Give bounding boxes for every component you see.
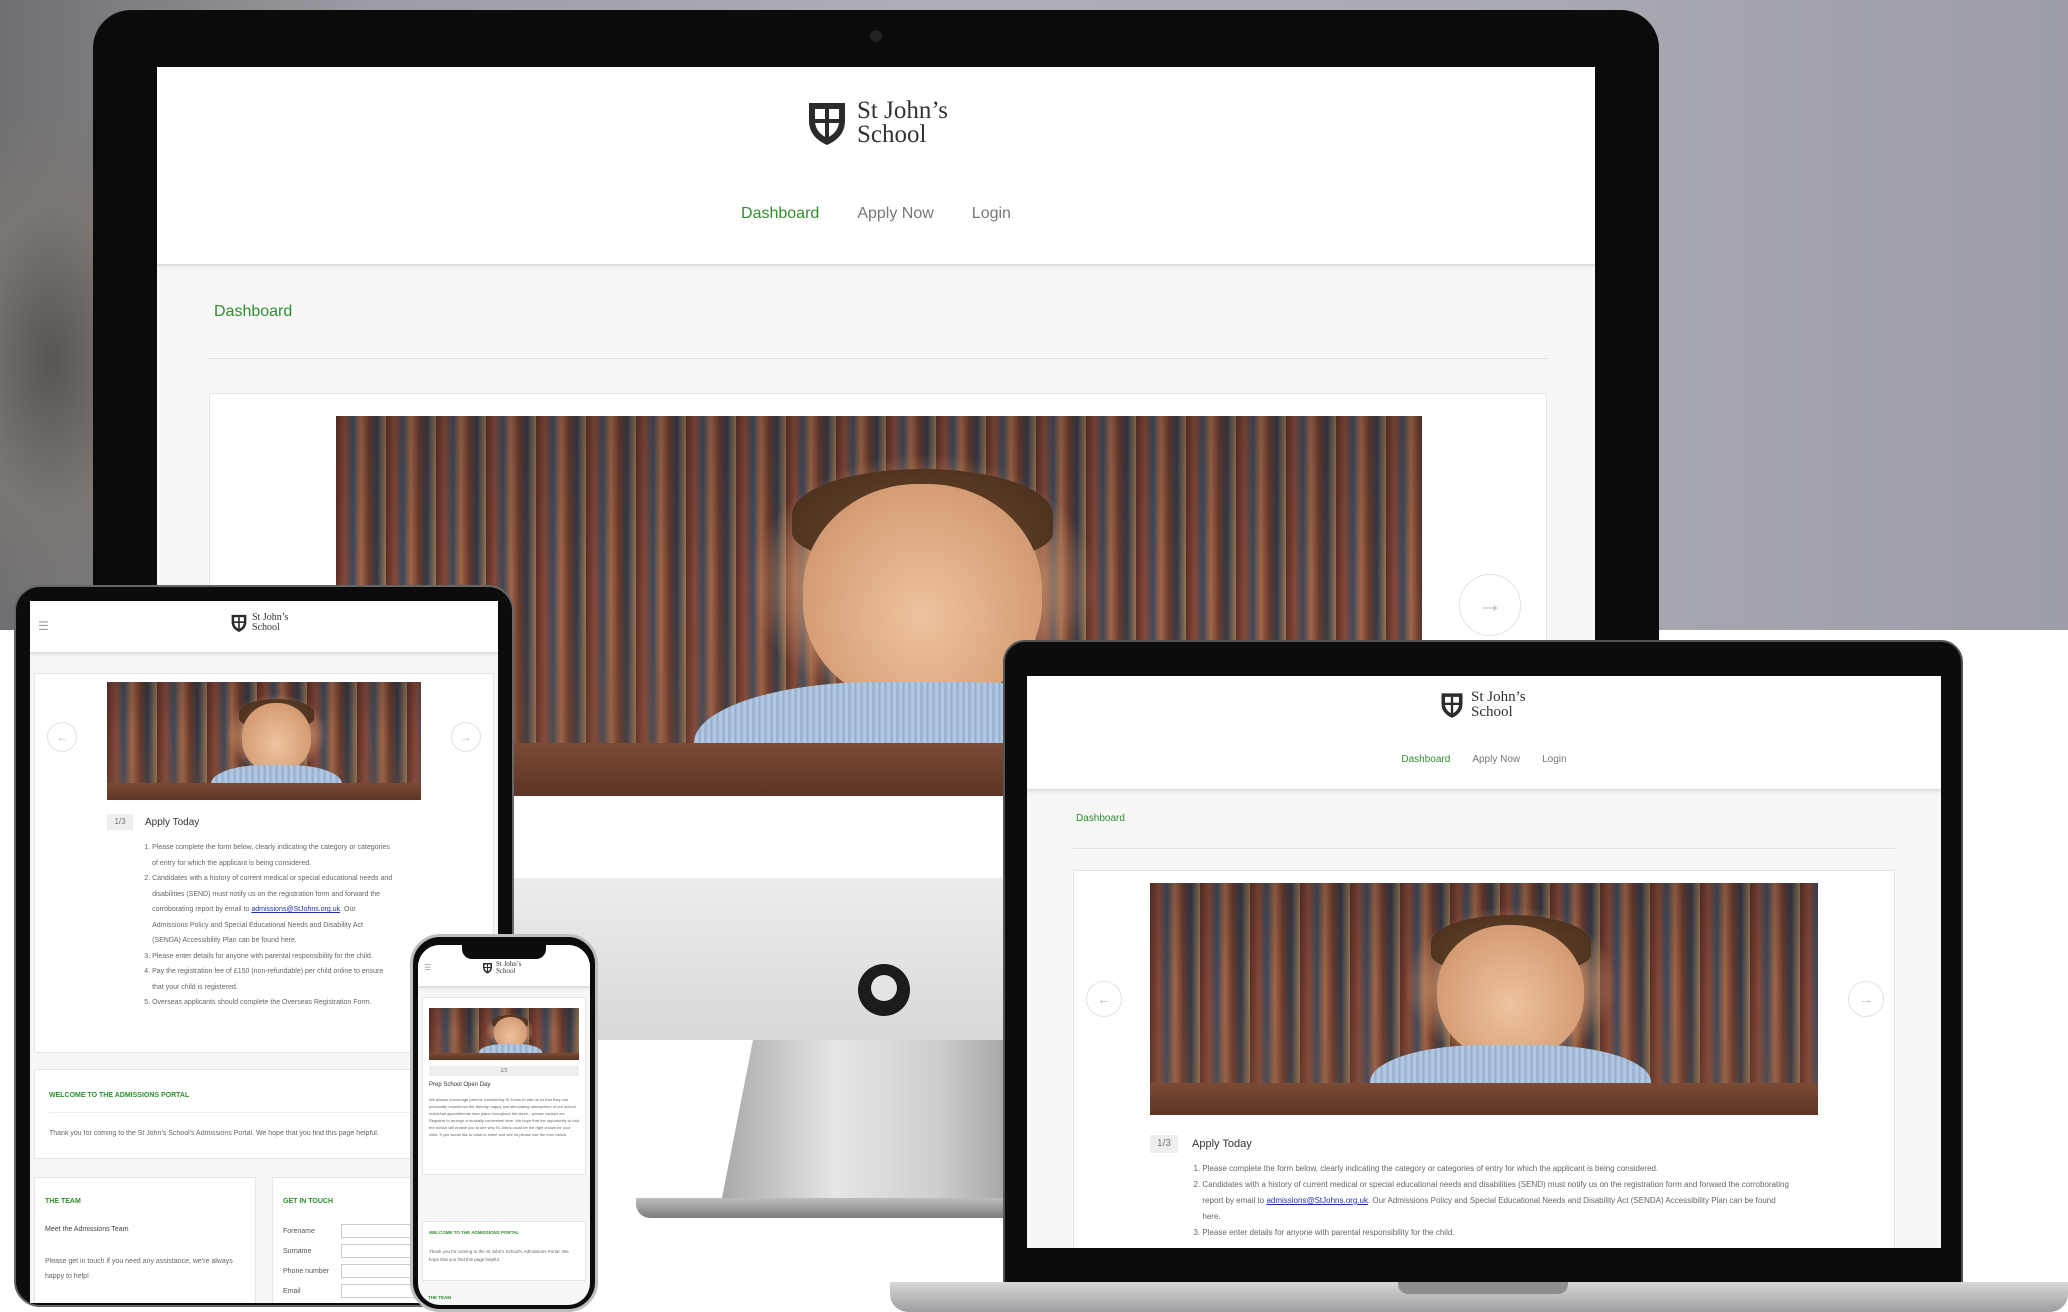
carousel-next-button[interactable]: → <box>451 722 481 752</box>
carousel-prev-button[interactable]: ← <box>1086 981 1122 1017</box>
apply-heading: Apply Today <box>145 817 200 828</box>
nav-dashboard[interactable]: Dashboard <box>741 205 819 223</box>
apply-item: Please complete the form below, clearly … <box>1202 1161 1792 1177</box>
imac-stand <box>720 1040 1050 1208</box>
phone-screen: ☰ St John’s School 2/3 Prep School Open … <box>418 945 590 1305</box>
laptop-main-nav: Dashboard Apply Now Login <box>1027 754 1941 765</box>
hamburger-menu-icon[interactable]: ☰ <box>424 963 431 972</box>
phone-welcome-card: WELCOME TO THE ADMISSIONS PORTAL Thank y… <box>422 1221 586 1281</box>
page-title: Dashboard <box>214 303 293 320</box>
site-header: St John’s School Dashboard Apply Now Log… <box>157 67 1595 265</box>
school-name-line1: St John’s <box>857 97 949 124</box>
crest-shield-icon <box>230 613 248 633</box>
crest-shield-icon <box>1439 691 1465 719</box>
admissions-email-link[interactable]: admissions@StJohns.org.uk <box>251 906 340 913</box>
tablet-site-header: ☰ St John’s School <box>30 601 498 653</box>
nav-login[interactable]: Login <box>972 205 1011 223</box>
phone-school-logo[interactable]: St John’s School <box>482 961 521 975</box>
title-divider <box>1073 848 1895 849</box>
open-day-title: Prep School Open Day <box>429 1082 491 1088</box>
school-name-line2: School <box>857 121 927 148</box>
phone-carousel-card: 2/3 Prep School Open Day We always encou… <box>422 997 586 1175</box>
contact-title: GET IN TOUCH <box>283 1198 334 1205</box>
arrow-left-icon: ← <box>1097 991 1111 1007</box>
arrow-right-icon: → <box>1478 591 1502 618</box>
apply-item: Candidates with a history of current med… <box>152 871 393 949</box>
welcome-text: Thank you for coming to the St John's Sc… <box>429 1249 569 1262</box>
admissions-email-link[interactable]: admissions@StJohns.org.uk <box>1266 1196 1368 1205</box>
phone-notch <box>462 945 546 959</box>
team-heading: Meet the Admissions Team <box>45 1226 129 1233</box>
imac-camera <box>870 30 882 42</box>
nav-dashboard[interactable]: Dashboard <box>1401 754 1450 765</box>
laptop-carousel-card: ← → 1/3 Apply Today Please complete the … <box>1073 870 1895 1248</box>
apply-item: Overseas applicants should complete the … <box>152 995 393 1011</box>
welcome-title: WELCOME TO THE ADMISSIONS PORTAL <box>429 1230 520 1235</box>
apply-item: Please complete the form below, clearly … <box>152 840 393 871</box>
carousel-next-button[interactable]: → <box>1459 574 1521 636</box>
phone-carousel-photo <box>429 1008 579 1060</box>
open-day-text: We always encourage parents considering … <box>429 1097 579 1137</box>
arrow-right-icon: → <box>460 730 472 744</box>
laptop-page-title: Dashboard <box>1076 813 1125 824</box>
laptop-school-logo[interactable]: St John’s School <box>1439 690 1526 720</box>
apply-item: Please enter details for anyone with par… <box>1202 1225 1792 1241</box>
nav-login[interactable]: Login <box>1542 754 1566 765</box>
imac-logo-icon <box>858 964 910 1016</box>
tablet-team-card: THE TEAM Meet the Admissions Team Please… <box>34 1177 256 1303</box>
school-name-line1: St John’s <box>1471 689 1526 705</box>
school-name-line2: School <box>1471 704 1513 720</box>
team-text: Please get in touch if you need any assi… <box>45 1258 233 1280</box>
apply-item: Please enter details for anyone with par… <box>152 949 393 965</box>
welcome-title: WELCOME TO THE ADMISSIONS PORTAL <box>49 1092 190 1099</box>
laptop-screen: St John’s School Dashboard Apply Now Log… <box>1027 676 1941 1248</box>
crest-shield-icon <box>482 962 493 974</box>
school-name-line2: School <box>252 622 280 633</box>
team-title: THE TEAM <box>45 1198 81 1205</box>
carousel-prev-button[interactable]: ← <box>47 722 77 752</box>
apply-list: Please complete the form below, clearly … <box>143 840 393 1011</box>
crest-shield-icon <box>805 99 849 147</box>
school-logo[interactable]: St John’s School <box>805 97 949 148</box>
team-title: THE TEAM <box>428 1295 451 1300</box>
tablet-school-logo[interactable]: St John’s School <box>230 613 288 633</box>
carousel-pager: 1/3 <box>1150 1135 1178 1153</box>
apply-item: Pay the registration fee of £150 (non-re… <box>152 964 393 995</box>
laptop-carousel-photo <box>1150 883 1818 1115</box>
tablet-carousel-photo <box>107 682 421 800</box>
hamburger-menu-icon[interactable]: ☰ <box>38 619 49 633</box>
title-divider <box>209 358 1547 359</box>
nav-apply-now[interactable]: Apply Now <box>857 205 933 223</box>
carousel-next-button[interactable]: → <box>1848 981 1884 1017</box>
carousel-pager: 2/3 <box>429 1066 579 1076</box>
apply-list: Please complete the form below, clearly … <box>1192 1161 1792 1241</box>
main-nav: Dashboard Apply Now Login <box>157 205 1595 223</box>
apply-item: Candidates with a history of current med… <box>1202 1177 1792 1225</box>
arrow-left-icon: ← <box>56 730 68 744</box>
arrow-right-icon: → <box>1859 991 1873 1007</box>
laptop-site-header: St John’s School Dashboard Apply Now Log… <box>1027 676 1941 790</box>
laptop-notch <box>1398 1282 1568 1294</box>
nav-apply-now[interactable]: Apply Now <box>1472 754 1520 765</box>
apply-heading: Apply Today <box>1192 1138 1252 1150</box>
school-name-line2: School <box>496 967 516 975</box>
carousel-pager: 1/3 <box>107 814 133 830</box>
